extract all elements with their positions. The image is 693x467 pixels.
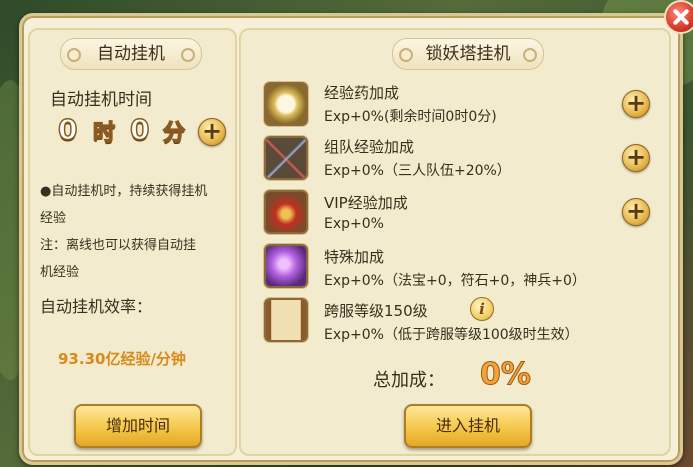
team-plus-button[interactable]: + xyxy=(622,144,650,172)
mirror-medal-icon xyxy=(264,82,308,126)
crossed-swords-icon xyxy=(264,136,308,180)
bonus-name: 经验药加成 xyxy=(324,84,400,102)
treasure-chest-icon xyxy=(264,190,308,234)
bonus-detail: Exp+0%（法宝+0，符石+0，神兵+0） xyxy=(324,273,586,289)
efficiency-value: 93.30亿经验/分钟 xyxy=(58,350,186,368)
auto-afk-note-line2: 机经验 xyxy=(40,265,80,280)
vip-plus-button[interactable]: + xyxy=(622,198,650,226)
auto-afk-desc-line2: 经验 xyxy=(40,211,67,226)
info-icon[interactable]: i xyxy=(470,297,494,321)
auto-afk-desc-line1: ●自动挂机时，持续获得挂机 xyxy=(40,184,208,199)
tower-afk-title: 锁妖塔挂机 xyxy=(392,38,544,70)
minutes-unit: 分 xyxy=(162,120,186,147)
auto-afk-note-line1: 注：离线也可以获得自动挂 xyxy=(40,238,197,253)
add-time-plus-button[interactable]: + xyxy=(198,118,226,146)
purple-crystal-icon xyxy=(264,244,308,288)
auto-afk-title: 自动挂机 xyxy=(60,38,202,70)
add-time-button[interactable]: 增加时间 xyxy=(74,404,202,448)
bonus-detail: Exp+0%(剩余时间0时0分) xyxy=(324,109,497,125)
total-bonus-value: 0% xyxy=(480,357,532,393)
bonus-detail: Exp+0%（低于跨服等级100级时生效） xyxy=(324,327,579,343)
close-icon[interactable] xyxy=(664,0,693,34)
bonus-detail: Exp+0% xyxy=(324,216,384,232)
hours-unit: 时 xyxy=(92,120,116,147)
scroll-icon xyxy=(264,298,308,342)
minutes-value: 0 xyxy=(129,112,150,147)
bonus-detail: Exp+0%（三人队伍+20%） xyxy=(324,163,511,179)
bonus-name: 跨服等级150级 xyxy=(324,302,428,320)
enter-afk-button[interactable]: 进入挂机 xyxy=(404,404,532,448)
bonus-name: 特殊加成 xyxy=(324,248,385,266)
bonus-name: 组队经验加成 xyxy=(324,138,415,156)
hours-value: 0 xyxy=(57,112,78,147)
total-bonus-label: 总加成： xyxy=(373,370,445,391)
efficiency-label: 自动挂机效率： xyxy=(40,297,153,316)
bonus-name: VIP经验加成 xyxy=(324,194,408,212)
auto-afk-time-label: 自动挂机时间 xyxy=(50,90,152,110)
potion-plus-button[interactable]: + xyxy=(622,90,650,118)
